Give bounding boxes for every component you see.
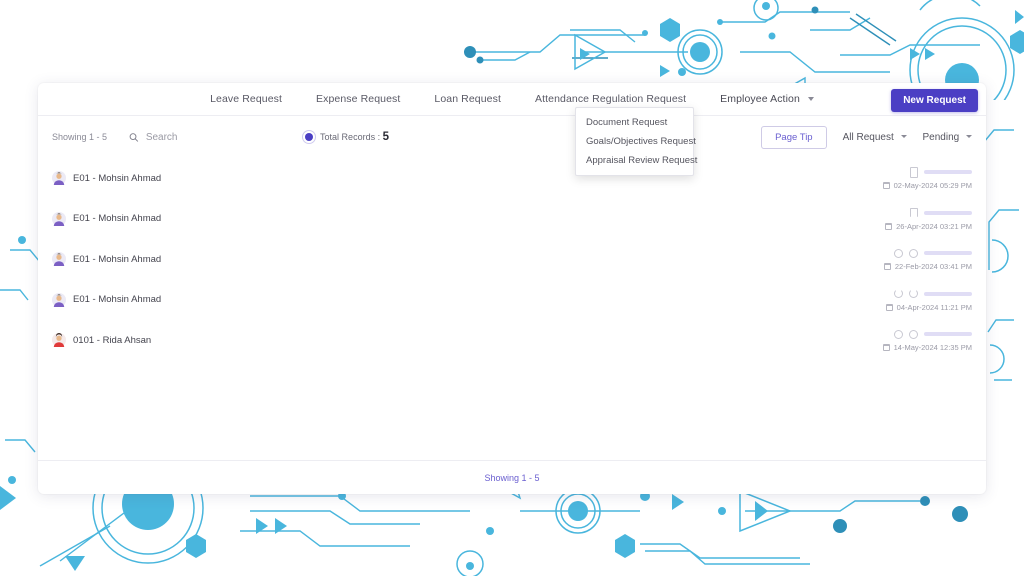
chevron-down-icon <box>807 97 814 102</box>
row-date: 14-May-2024 12:35 PM <box>882 343 972 353</box>
new-request-button[interactable]: New Request <box>891 89 978 112</box>
row-date: 26-Apr-2024 03:21 PM <box>885 222 972 231</box>
row-meta: 22-Feb-2024 03:41 PM <box>883 239 972 280</box>
nav-item-loan-request[interactable]: Loan Request <box>434 93 501 105</box>
employee-action-dropdown-menu[interactable]: Document Request Goals/Objectives Reques… <box>575 107 697 176</box>
employee-name: E01 - Mohsin Ahmad <box>73 172 162 184</box>
app-screen: Leave Request Expense Request Loan Reque… <box>0 0 1024 576</box>
employee-name: E01 - Mohsin Ahmad <box>73 294 162 306</box>
footer-showing-label: Showing 1 - 5 <box>484 472 540 483</box>
chevron-down-icon <box>900 135 907 139</box>
nav-item-attendance-regulation-request[interactable]: Attendance Regulation Request <box>535 93 686 105</box>
list-footer: Showing 1 - 5 <box>38 460 986 494</box>
request-type-filter-label: All Request <box>842 131 894 143</box>
row-meta: 04-Apr-2024 11:21 PM <box>885 280 972 321</box>
row-date-label: 22-Feb-2024 03:41 PM <box>894 262 972 272</box>
row-date-label: 02-May-2024 05:29 PM <box>893 181 972 191</box>
search-box[interactable] <box>129 131 280 143</box>
spinner-icon <box>894 289 903 299</box>
placeholder-bar <box>924 332 972 337</box>
total-records-label: Total Records : 5 <box>320 131 389 143</box>
status-filter-label: Pending <box>922 131 960 143</box>
nav-items: Leave Request Expense Request Loan Reque… <box>210 93 814 105</box>
request-list: E01 - Mohsin Ahmad 02-May-2024 05:29 PM <box>38 158 986 361</box>
placeholder-bar <box>924 291 972 296</box>
nav-item-label: Attendance Regulation Request <box>535 93 687 105</box>
row-meta: 02-May-2024 05:29 PM <box>882 158 972 199</box>
spinner-icon <box>894 329 903 339</box>
table-row[interactable]: E01 - Mohsin Ahmad 22-Feb-2024 03:41 PM <box>38 239 986 280</box>
nav-item-label: Leave Request <box>210 93 283 105</box>
total-records: Total Records : 5 <box>305 131 389 143</box>
row-employee: E01 - Mohsin Ahmad <box>52 292 162 307</box>
showing-range-label: Showing 1 - 5 <box>52 132 108 142</box>
spinner-icon <box>909 329 918 339</box>
search-input[interactable] <box>145 131 280 143</box>
table-row[interactable]: 0101 - Rida Ahsan 14-May-2024 12:35 PM <box>38 320 986 361</box>
spinner-icon <box>909 248 918 258</box>
avatar <box>52 292 66 307</box>
table-row[interactable]: E01 - Mohsin Ahmad 26-Apr-2024 03:21 PM <box>38 199 986 240</box>
placeholder-bar <box>924 170 972 175</box>
nav-item-label: Loan Request <box>434 93 501 105</box>
menu-item-goals-objectives-request[interactable]: Goals/Objectives Request <box>576 132 696 151</box>
menu-item-appraisal-review-request[interactable]: Appraisal Review Request <box>576 151 697 170</box>
placeholder-bar <box>924 210 972 215</box>
loading-placeholder <box>910 207 972 219</box>
document-icon <box>910 166 918 178</box>
row-date: 04-Apr-2024 11:21 PM <box>885 302 972 312</box>
nav-item-expense-request[interactable]: Expense Request <box>316 93 400 105</box>
list-toolbar: Showing 1 - 5 Total Records : 5 Page Tip… <box>38 116 986 158</box>
nav-item-label: Expense Request <box>316 93 401 105</box>
table-row[interactable]: E01 - Mohsin Ahmad 04-Apr-2024 11:21 PM <box>38 280 986 321</box>
row-meta: 26-Apr-2024 03:21 PM <box>885 199 972 240</box>
employee-name: E01 - Mohsin Ahmad <box>73 253 162 265</box>
total-records-value: 5 <box>382 131 389 143</box>
calendar-icon <box>885 222 893 230</box>
loading-placeholder <box>894 247 972 259</box>
top-navigation: Leave Request Expense Request Loan Reque… <box>38 83 986 116</box>
menu-item-document-request[interactable]: Document Request <box>576 113 693 132</box>
placeholder-bar <box>924 251 972 256</box>
page-tip-button[interactable]: Page Tip <box>761 125 827 149</box>
row-date: 22-Feb-2024 03:41 PM <box>883 262 972 272</box>
avatar <box>52 333 66 348</box>
circuit-decoration-right <box>984 129 1019 381</box>
employee-name: E01 - Mohsin Ahmad <box>73 213 162 225</box>
calendar-icon <box>883 263 891 271</box>
loading-placeholder <box>910 166 972 178</box>
avatar <box>52 211 66 226</box>
row-employee: 0101 - Rida Ahsan <box>52 333 152 348</box>
loading-placeholder <box>894 328 972 340</box>
row-employee: E01 - Mohsin Ahmad <box>52 211 162 226</box>
document-icon <box>910 208 918 218</box>
row-date-label: 14-May-2024 12:35 PM <box>893 343 972 353</box>
calendar-icon <box>882 182 890 190</box>
row-meta: 14-May-2024 12:35 PM <box>882 320 972 361</box>
employee-name: 0101 - Rida Ahsan <box>73 334 152 346</box>
chevron-down-icon <box>966 135 972 139</box>
row-date: 02-May-2024 05:29 PM <box>882 181 972 191</box>
spinner-icon <box>909 289 918 299</box>
status-filter[interactable]: Pending <box>923 132 972 143</box>
toolbar-right-controls: Page Tip All Request Pending <box>761 116 972 158</box>
search-icon <box>129 132 139 142</box>
request-type-filter[interactable]: All Request <box>843 132 907 143</box>
record-indicator-dot <box>305 133 314 141</box>
loading-placeholder <box>894 288 972 300</box>
avatar <box>52 252 66 267</box>
requests-card: Leave Request Expense Request Loan Reque… <box>38 83 986 494</box>
row-date-label: 04-Apr-2024 11:21 PM <box>896 302 972 312</box>
row-date-label: 26-Apr-2024 03:21 PM <box>896 221 972 231</box>
nav-item-label: Employee Action <box>720 93 800 105</box>
nav-item-employee-action[interactable]: Employee Action <box>720 93 814 105</box>
row-employee: E01 - Mohsin Ahmad <box>52 252 162 267</box>
nav-item-leave-request[interactable]: Leave Request <box>210 93 282 105</box>
row-employee: E01 - Mohsin Ahmad <box>52 171 162 186</box>
calendar-icon <box>885 303 893 311</box>
avatar <box>52 171 66 186</box>
calendar-icon <box>882 344 890 352</box>
table-row[interactable]: E01 - Mohsin Ahmad 02-May-2024 05:29 PM <box>38 158 986 199</box>
spinner-icon <box>894 248 903 258</box>
